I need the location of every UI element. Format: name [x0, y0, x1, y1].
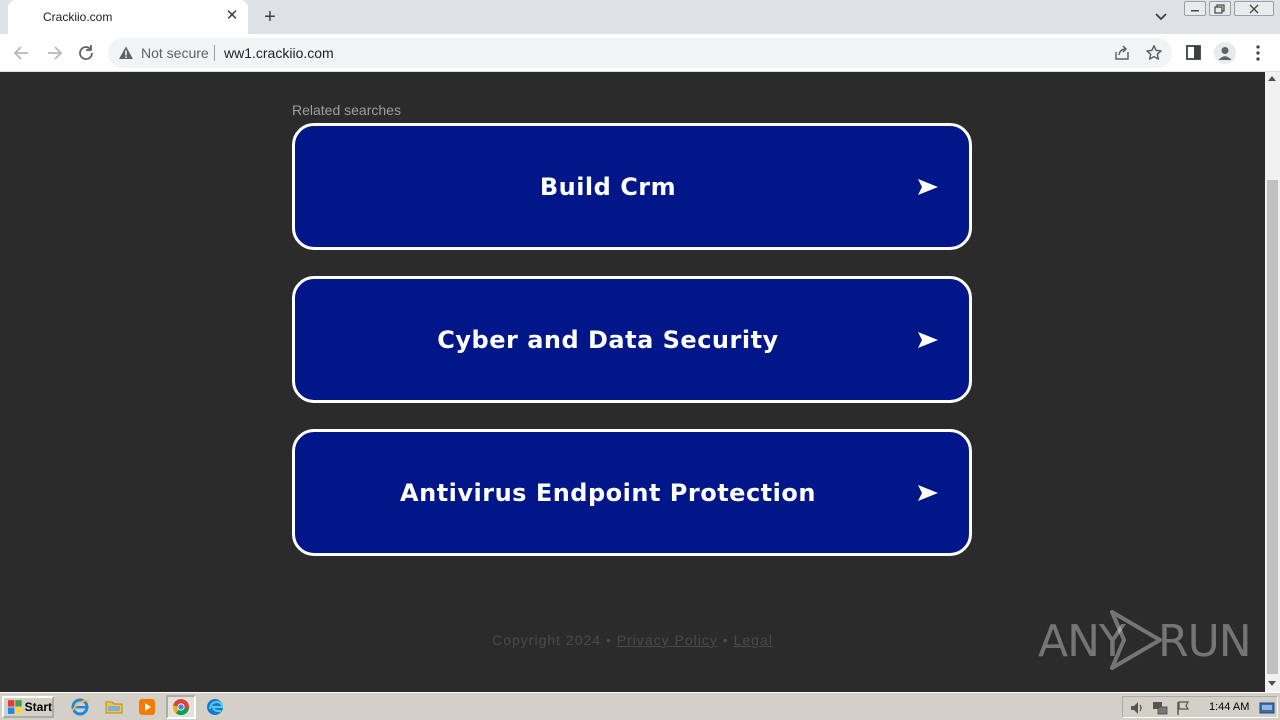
arrow-right-icon	[918, 331, 938, 348]
search-button-label: Antivirus Endpoint Protection	[400, 478, 816, 507]
footer-separator: •	[722, 632, 729, 648]
tab-search-chevron-icon[interactable]	[1152, 8, 1170, 26]
person-icon	[1218, 47, 1232, 60]
start-label: Start	[24, 700, 52, 714]
page-scrollbar[interactable]	[1265, 72, 1280, 692]
profile-avatar[interactable]	[1214, 42, 1236, 64]
watermark-run-text: RUN	[1158, 616, 1252, 667]
new-tab-icon[interactable]: +	[260, 6, 280, 28]
tab-title: Crackiio.com	[43, 10, 113, 24]
arrow-right-icon	[918, 484, 938, 501]
legal-link[interactable]: Legal	[734, 632, 773, 648]
related-searches-label: Related searches	[292, 102, 401, 118]
search-button-antivirus-endpoint[interactable]: Antivirus Endpoint Protection	[292, 429, 972, 556]
copyright-text: Copyright 2024	[492, 632, 602, 648]
show-desktop-icon[interactable]	[1259, 700, 1275, 716]
chrome-icon	[172, 699, 189, 716]
network-icon[interactable]	[1152, 700, 1168, 716]
back-arrow-icon[interactable]	[11, 42, 33, 64]
tab-close-icon[interactable]: ✕	[224, 8, 240, 24]
footer-separator: •	[605, 632, 612, 648]
bookmark-star-icon[interactable]	[1145, 44, 1163, 62]
more-menu-icon[interactable]	[1250, 44, 1266, 62]
windows-flag-icon	[7, 700, 22, 714]
tab-strip: Crackiio.com ✕ +	[0, 0, 1280, 34]
taskbar-clock[interactable]: 1:44 AM	[1209, 701, 1249, 713]
chrome-taskbar-button[interactable]	[166, 695, 196, 719]
window-close-button[interactable]	[1234, 1, 1274, 16]
scroll-thumb[interactable]	[1267, 180, 1278, 674]
anyrun-watermark: ANY RUN	[1038, 608, 1252, 672]
file-explorer-icon[interactable]	[104, 697, 124, 717]
security-status-label[interactable]: Not secure	[141, 45, 209, 61]
volume-icon[interactable]	[1129, 700, 1145, 716]
search-button-label: Cyber and Data Security	[437, 325, 779, 354]
search-button-build-crm[interactable]: Build Crm	[292, 123, 972, 250]
media-player-icon[interactable]	[137, 697, 157, 717]
share-icon[interactable]	[1113, 44, 1131, 62]
scroll-up-arrow-icon[interactable]	[1268, 76, 1276, 81]
page-viewport: Related searches Build Crm Cyber and Dat…	[0, 72, 1265, 692]
url-text[interactable]: ww1.crackiio.com	[224, 45, 334, 61]
search-button-cyber-data-security[interactable]: Cyber and Data Security	[292, 276, 972, 403]
window-minimize-button[interactable]	[1184, 1, 1206, 16]
address-bar[interactable]: Not secure ww1.crackiio.com	[108, 38, 1172, 68]
action-center-flag-icon[interactable]	[1175, 700, 1191, 716]
edge-icon[interactable]	[205, 697, 225, 717]
scroll-down-arrow-icon[interactable]	[1268, 681, 1276, 686]
search-button-label: Build Crm	[539, 172, 677, 201]
privacy-policy-link[interactable]: Privacy Policy	[617, 632, 718, 648]
omnibox-divider	[214, 45, 215, 61]
start-button[interactable]: Start	[2, 696, 54, 718]
warning-triangle-icon[interactable]	[118, 45, 134, 61]
system-tray: 1:44 AM	[1122, 696, 1278, 718]
arrow-right-icon	[918, 178, 938, 195]
internet-explorer-icon[interactable]	[70, 697, 90, 717]
forward-arrow-icon[interactable]	[43, 42, 65, 64]
browser-toolbar: Not secure ww1.crackiio.com	[0, 34, 1280, 72]
play-logo-icon	[1110, 610, 1162, 670]
taskbar: Start 1:44 AM	[0, 692, 1280, 720]
browser-tab[interactable]: Crackiio.com ✕	[8, 0, 248, 34]
reload-icon[interactable]	[75, 42, 97, 64]
window-restore-button[interactable]	[1209, 1, 1231, 16]
side-panel-icon[interactable]	[1185, 44, 1203, 62]
